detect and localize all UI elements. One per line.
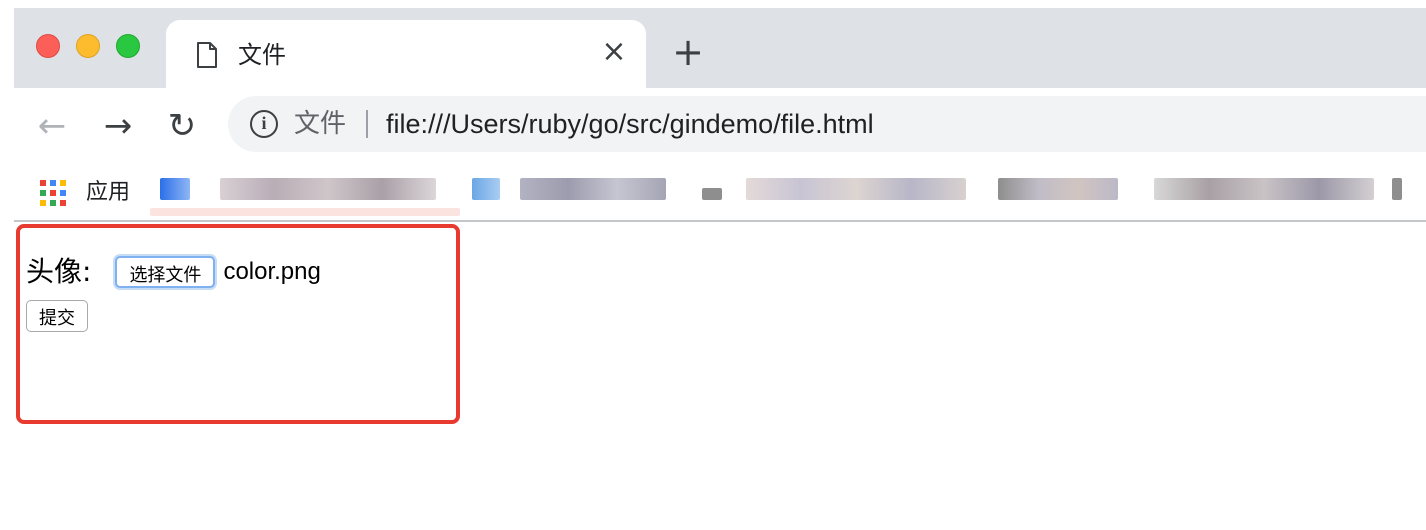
scheme-label: 文件	[294, 109, 347, 139]
choose-file-button[interactable]: 选择文件	[115, 256, 216, 288]
blurred-bookmark[interactable]	[1154, 178, 1374, 200]
back-arrow-icon[interactable]: ←	[32, 106, 72, 146]
reload-icon[interactable]: ↻	[162, 106, 202, 146]
blurred-bookmark[interactable]	[520, 178, 666, 200]
browser-window: 文件 × + ← → ↻ i 文件 file:///Users/ruby/go/…	[14, 8, 1426, 530]
upload-row: 头像: 选择文件 color.png	[26, 252, 321, 292]
blurred-bookmark[interactable]	[160, 178, 190, 200]
avatar-label: 头像:	[26, 255, 92, 288]
apps-grid-icon[interactable]	[40, 180, 66, 206]
blurred-bookmark-underline	[150, 208, 460, 216]
page-content: 头像: 选择文件 color.png 提交	[14, 224, 1426, 530]
url-text[interactable]: file:///Users/ruby/go/src/gindemo/file.h…	[386, 105, 874, 143]
apps-label[interactable]: 应用	[86, 178, 130, 208]
tab-file[interactable]: 文件 ×	[166, 20, 646, 88]
maximize-window-button[interactable]	[116, 34, 140, 58]
blurred-bookmark[interactable]	[746, 178, 966, 200]
bookmarks-bar: 应用	[14, 166, 1426, 222]
blurred-bookmark[interactable]	[220, 178, 436, 200]
address-bar[interactable]: i 文件 file:///Users/ruby/go/src/gindemo/f…	[228, 96, 1426, 152]
tab-title: 文件	[238, 41, 286, 69]
blurred-bookmark[interactable]	[702, 188, 722, 200]
submit-button[interactable]: 提交	[26, 300, 88, 332]
blurred-bookmark[interactable]	[1392, 178, 1402, 200]
selected-file-name: color.png	[223, 258, 321, 285]
tab-strip: 文件 × +	[14, 8, 1426, 88]
divider	[366, 110, 368, 138]
blurred-bookmark[interactable]	[998, 178, 1118, 200]
toolbar: ← → ↻ i 文件 file:///Users/ruby/go/src/gin…	[14, 88, 1426, 166]
new-tab-button[interactable]: +	[670, 33, 706, 71]
forward-arrow-icon[interactable]: →	[98, 106, 138, 146]
minimize-window-button[interactable]	[76, 34, 100, 58]
blurred-bookmark[interactable]	[472, 178, 500, 200]
document-icon	[197, 42, 217, 68]
info-icon[interactable]: i	[250, 110, 278, 138]
close-icon[interactable]: ×	[598, 36, 630, 68]
close-window-button[interactable]	[36, 34, 60, 58]
